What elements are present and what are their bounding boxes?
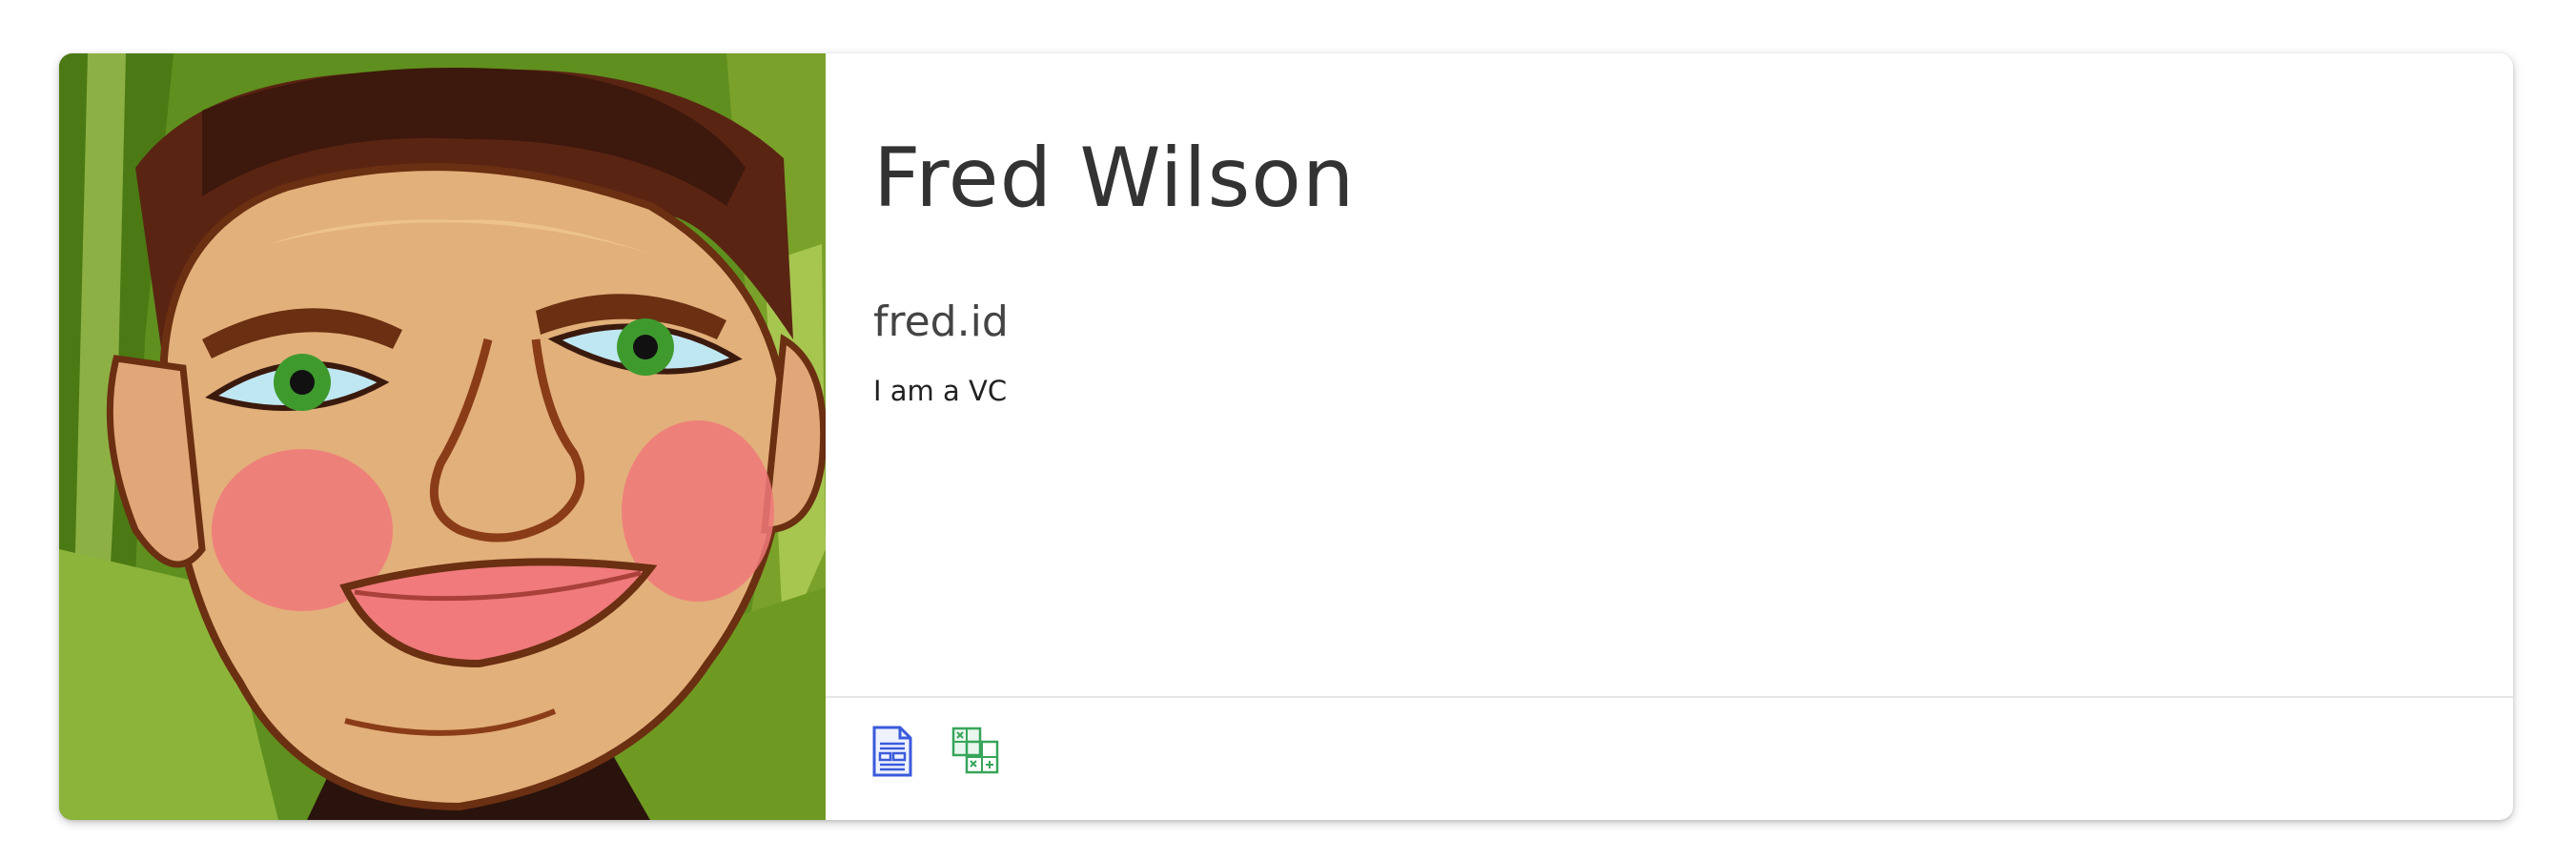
divider (826, 696, 2513, 698)
profile-avatar (59, 53, 826, 820)
profile-bio: I am a VC (873, 375, 1008, 407)
profile-handle: fred.id (873, 297, 1009, 346)
profile-name: Fred Wilson (873, 131, 1356, 226)
spreadsheet-app-icon[interactable] (950, 725, 1003, 778)
profile-details: Fred Wilson fred.id I am a VC (826, 53, 2513, 820)
document-app-icon[interactable] (871, 725, 913, 778)
profile-card: Fred Wilson fred.id I am a VC (59, 53, 2513, 820)
